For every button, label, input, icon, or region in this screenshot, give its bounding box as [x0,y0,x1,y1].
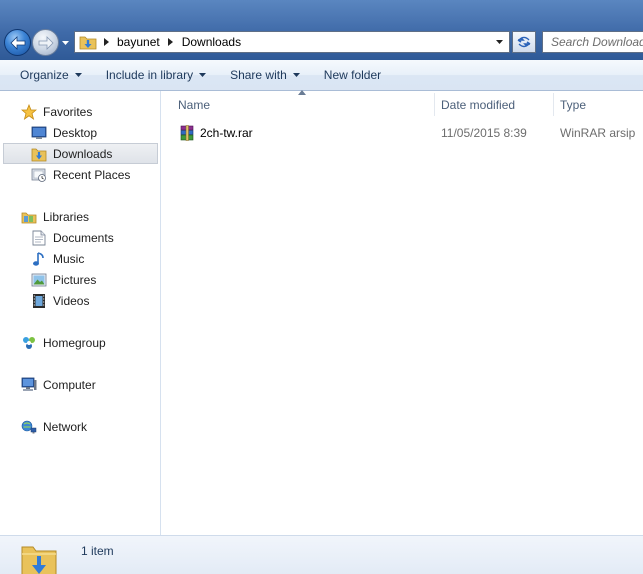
pictures-icon [31,272,47,288]
file-row[interactable]: 2ch-tw.rar 11/05/2015 8:39 WinRAR arsip [161,123,643,143]
sidebar-item-music[interactable]: Music [0,248,160,269]
sidebar-item-downloads[interactable]: Downloads [3,143,158,164]
computer-icon [21,377,37,393]
sidebar-item-label: Desktop [53,125,98,140]
nav-homegroup-label: Homegroup [43,335,106,350]
libraries-icon [21,209,37,225]
title-bar: bayunet Downloads [0,0,643,60]
nav-computer-label: Computer [43,377,96,392]
refresh-button[interactable] [512,31,536,53]
nav-libraries[interactable]: Libraries [0,206,160,227]
chevron-down-icon [199,73,207,77]
nav-network[interactable]: Network [0,416,160,437]
nav-libraries-label: Libraries [43,209,90,224]
file-list: Name Date modified Type 2ch-tw.rar 11/05… [161,90,643,535]
breadcrumb-item-downloads[interactable]: Downloads [179,35,244,49]
search-box[interactable] [542,31,643,53]
sidebar-item-label: Documents [53,230,114,245]
sidebar-item-label: Music [53,251,85,266]
nav-homegroup[interactable]: Homegroup [0,332,160,353]
file-date-modified: 11/05/2015 8:39 [441,126,527,140]
navigation-pane: Favorites Desktop Downloads Recent Place… [0,91,161,535]
sidebar-item-label: Recent Places [53,167,131,182]
column-header-label: Date modified [441,97,516,112]
chevron-down-icon [61,41,69,45]
sidebar-item-label: Videos [53,293,90,308]
organize-label: Organize [20,68,69,82]
chevron-down-icon [495,40,503,44]
column-header-name[interactable]: Name [161,90,435,118]
new-folder-label: New folder [323,68,382,82]
desktop-icon [31,125,47,141]
network-icon [21,419,37,435]
refresh-icon [517,36,531,48]
chevron-down-icon [292,73,300,77]
include-in-library-label: Include in library [105,68,194,82]
explorer-window: bayunet Downloads Organ [0,0,643,574]
organize-button[interactable]: Organize [12,63,90,87]
file-type: WinRAR arsip [560,126,636,140]
nav-computer[interactable]: Computer [0,374,160,395]
include-in-library-button[interactable]: Include in library [98,63,214,87]
arrow-right-icon [38,35,54,50]
sidebar-item-label: Downloads [53,146,113,161]
sidebar-item-videos[interactable]: Videos [0,290,160,311]
sidebar-item-desktop[interactable]: Desktop [0,122,160,143]
new-folder-button[interactable]: New folder [316,63,389,87]
sidebar-item-recent-places[interactable]: Recent Places [0,164,160,185]
column-header-label: Type [560,97,587,112]
documents-icon [31,230,47,246]
star-icon [21,103,37,120]
command-bar: Organize Include in library Share with N… [0,60,643,91]
recent-places-icon [31,167,47,183]
sort-ascending-icon [298,90,306,95]
homegroup-icon [21,335,37,351]
address-history-dropdown[interactable] [491,32,507,52]
column-header-type[interactable]: Type [554,91,643,118]
downloads-folder-icon [31,146,47,162]
search-input[interactable] [551,35,643,49]
nav-favorites-label: Favorites [43,104,93,119]
column-header-label: Name [178,97,211,112]
share-with-label: Share with [230,68,287,82]
videos-icon [31,293,47,309]
recent-pages-dropdown[interactable] [60,38,70,48]
address-bar[interactable]: bayunet Downloads [74,31,510,53]
file-name-cell[interactable]: 2ch-tw.rar [161,125,435,141]
back-button[interactable] [4,29,31,56]
breadcrumb-separator-icon[interactable] [163,38,179,46]
item-count: 1 item [81,544,114,558]
column-header-date-modified[interactable]: Date modified [435,91,554,118]
column-headers: Name Date modified Type [161,90,643,118]
chevron-down-icon [74,73,82,77]
details-pane: 1 item [0,535,643,574]
file-name: 2ch-tw.rar [200,126,253,140]
sidebar-item-documents[interactable]: Documents [0,227,160,248]
winrar-archive-icon [180,125,194,141]
share-with-button[interactable]: Share with [222,63,308,87]
breadcrumb-separator-icon[interactable] [98,38,114,46]
downloads-folder-icon [78,32,98,52]
arrow-left-icon [9,35,25,50]
sidebar-item-pictures[interactable]: Pictures [0,269,160,290]
downloads-folder-icon [21,546,57,574]
forward-button[interactable] [32,29,59,56]
nav-favorites[interactable]: Favorites [0,101,160,122]
music-icon [31,251,47,267]
breadcrumb-item-bayunet[interactable]: bayunet [114,35,163,49]
sidebar-item-label: Pictures [53,272,97,287]
nav-network-label: Network [43,419,88,434]
